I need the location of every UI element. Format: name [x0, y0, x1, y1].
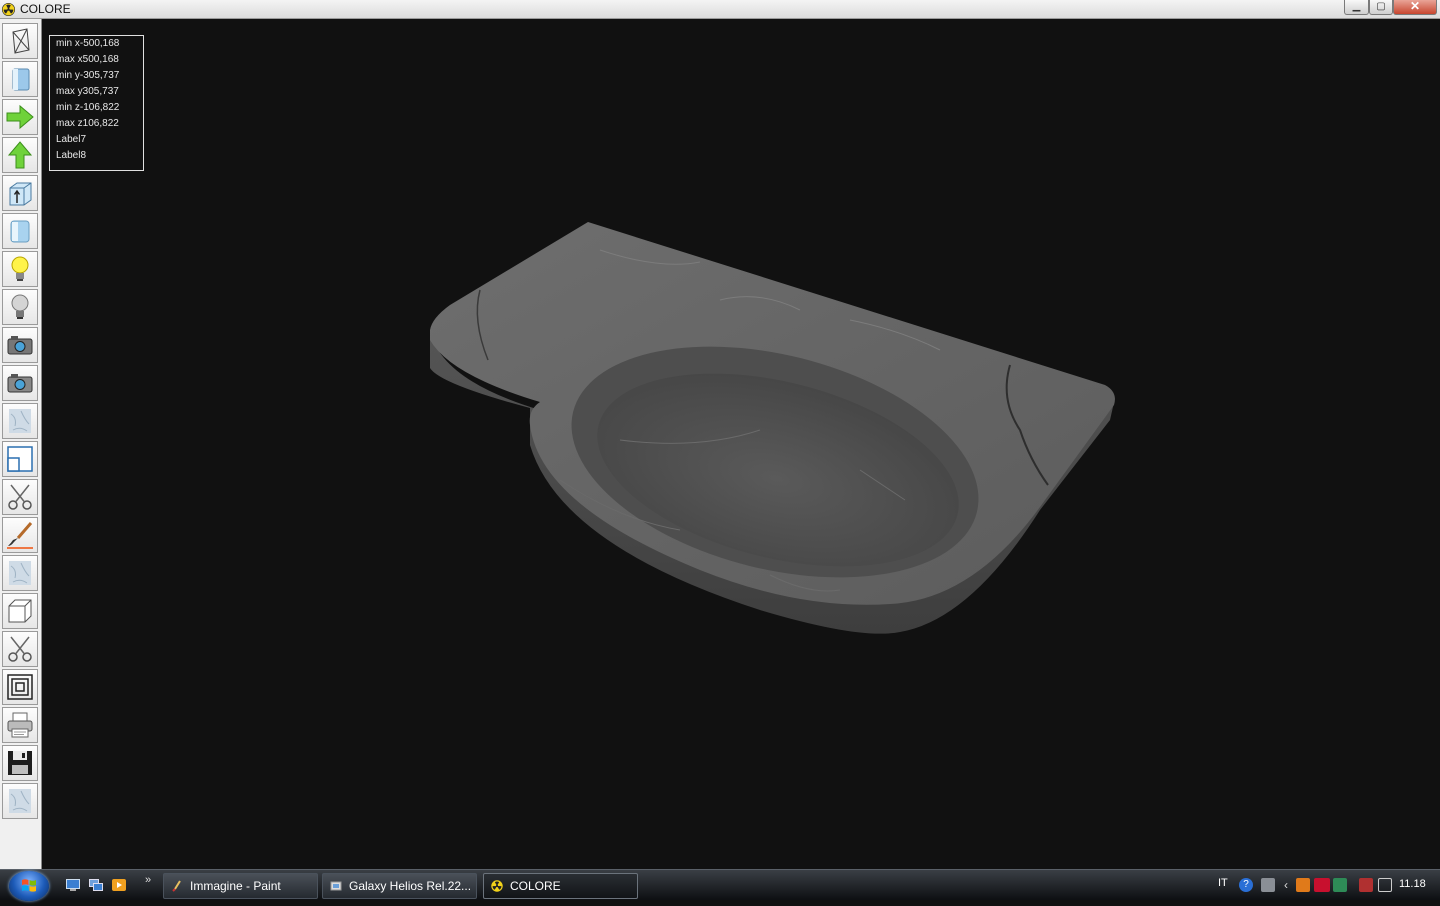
- frames-tool[interactable]: [2, 669, 38, 705]
- radiation-icon: [2, 3, 15, 16]
- radiation-icon: [491, 880, 503, 892]
- folder-app-icon: [330, 881, 342, 891]
- show-desktop-icon[interactable]: [66, 879, 80, 891]
- switch-windows-icon[interactable]: [89, 879, 103, 891]
- camera-icon: [7, 374, 33, 393]
- solid-tool[interactable]: [2, 61, 38, 97]
- label8: Label8: [56, 150, 87, 161]
- rotate-up-tool[interactable]: [2, 137, 38, 173]
- scissors-icon: [8, 636, 32, 662]
- safely-remove-icon[interactable]: [1359, 878, 1373, 892]
- help-icon[interactable]: ?: [1239, 878, 1253, 892]
- marble-texture-icon: [9, 561, 31, 585]
- network-icon[interactable]: [1261, 878, 1275, 892]
- task-galaxy-helios[interactable]: Galaxy Helios Rel.22...: [322, 873, 477, 899]
- marble-texture-icon: [9, 409, 31, 433]
- scissors-icon: [8, 484, 32, 510]
- cut-tool[interactable]: [2, 479, 38, 515]
- max-z-label: max z106,822: [56, 118, 119, 129]
- solid-box-icon: [12, 68, 30, 91]
- volume-icon[interactable]: [1378, 878, 1392, 892]
- rotate-right-tool[interactable]: [2, 99, 38, 135]
- task-label: Galaxy Helios Rel.22...: [349, 879, 472, 893]
- title-bar: COLORE ▁ ▢ ✕: [0, 0, 1440, 19]
- texture3-tool[interactable]: [2, 783, 38, 819]
- ati-icon[interactable]: [1314, 878, 1330, 892]
- start-button[interactable]: [9, 871, 49, 901]
- printer-icon: [7, 712, 33, 738]
- brush-icon: [7, 522, 33, 549]
- texture2-tool[interactable]: [2, 555, 38, 591]
- front-view-tool[interactable]: [2, 213, 38, 249]
- light-on-tool[interactable]: [2, 251, 38, 287]
- cube-icon: [8, 599, 32, 623]
- bounds-info-panel: min x-500,168 max x500,168 min y-305,737…: [49, 35, 144, 171]
- window-icon: [7, 446, 33, 472]
- maximize-button[interactable]: ▢: [1369, 0, 1393, 15]
- media-player-icon[interactable]: [112, 879, 126, 891]
- task-label: Immagine - Paint: [190, 879, 281, 893]
- max-x-label: max x500,168: [56, 54, 119, 65]
- tray-expand-icon[interactable]: ‹: [1279, 878, 1293, 892]
- floppy-disk-icon: [8, 751, 32, 775]
- texture-tool[interactable]: [2, 403, 38, 439]
- print-tool[interactable]: [2, 707, 38, 743]
- min-z-label: min z-106,822: [56, 102, 120, 113]
- language-indicator[interactable]: IT: [1218, 877, 1228, 889]
- min-y-label: min y-305,737: [56, 70, 120, 81]
- window-title: COLORE: [20, 2, 71, 16]
- close-button[interactable]: ✕: [1393, 0, 1437, 15]
- left-toolbar: [0, 19, 42, 869]
- paint-tool[interactable]: [2, 517, 38, 553]
- label7: Label7: [56, 134, 87, 145]
- top-view-tool[interactable]: [2, 175, 38, 211]
- save-tool[interactable]: [2, 745, 38, 781]
- cylinder-icon: [10, 220, 30, 243]
- window-tool[interactable]: [2, 441, 38, 477]
- task-paint[interactable]: Immagine - Paint: [163, 873, 318, 899]
- box-arrow-icon: [9, 182, 32, 206]
- lightbulb-off-icon: [11, 294, 29, 319]
- lightbulb-on-icon: [11, 256, 29, 281]
- arrow-up-icon: [7, 141, 33, 169]
- arrow-right-icon: [6, 104, 34, 130]
- light-off-tool[interactable]: [2, 289, 38, 325]
- wireframe-box-icon: [12, 28, 30, 54]
- windows-logo-icon: [22, 879, 36, 892]
- marble-sink-model[interactable]: [42, 19, 1440, 869]
- max-y-label: max y305,737: [56, 86, 119, 97]
- camera-icon: [7, 336, 33, 355]
- wireframe-tool[interactable]: [2, 23, 38, 59]
- task-colore[interactable]: COLORE: [483, 873, 638, 899]
- min-x-label: min x-500,168: [56, 38, 120, 49]
- marble-texture-icon: [9, 789, 31, 813]
- task-label: COLORE: [510, 879, 561, 893]
- paint-app-icon: [172, 880, 181, 892]
- app-tray-icon[interactable]: [1296, 878, 1310, 892]
- quicklaunch-more-button[interactable]: »: [145, 874, 151, 886]
- camera-tool[interactable]: [2, 327, 38, 363]
- taskbar: » Immagine - Paint Galaxy Helios Rel.22.…: [0, 869, 1440, 901]
- camera2-tool[interactable]: [2, 365, 38, 401]
- clock[interactable]: 11.18: [1399, 878, 1426, 890]
- 3d-viewport[interactable]: min x-500,168 max x500,168 min y-305,737…: [42, 19, 1440, 869]
- cut2-tool[interactable]: [2, 631, 38, 667]
- nested-squares-icon: [7, 674, 33, 700]
- security-icon[interactable]: [1333, 878, 1347, 892]
- cube-tool[interactable]: [2, 593, 38, 629]
- minimize-button[interactable]: ▁: [1344, 0, 1369, 15]
